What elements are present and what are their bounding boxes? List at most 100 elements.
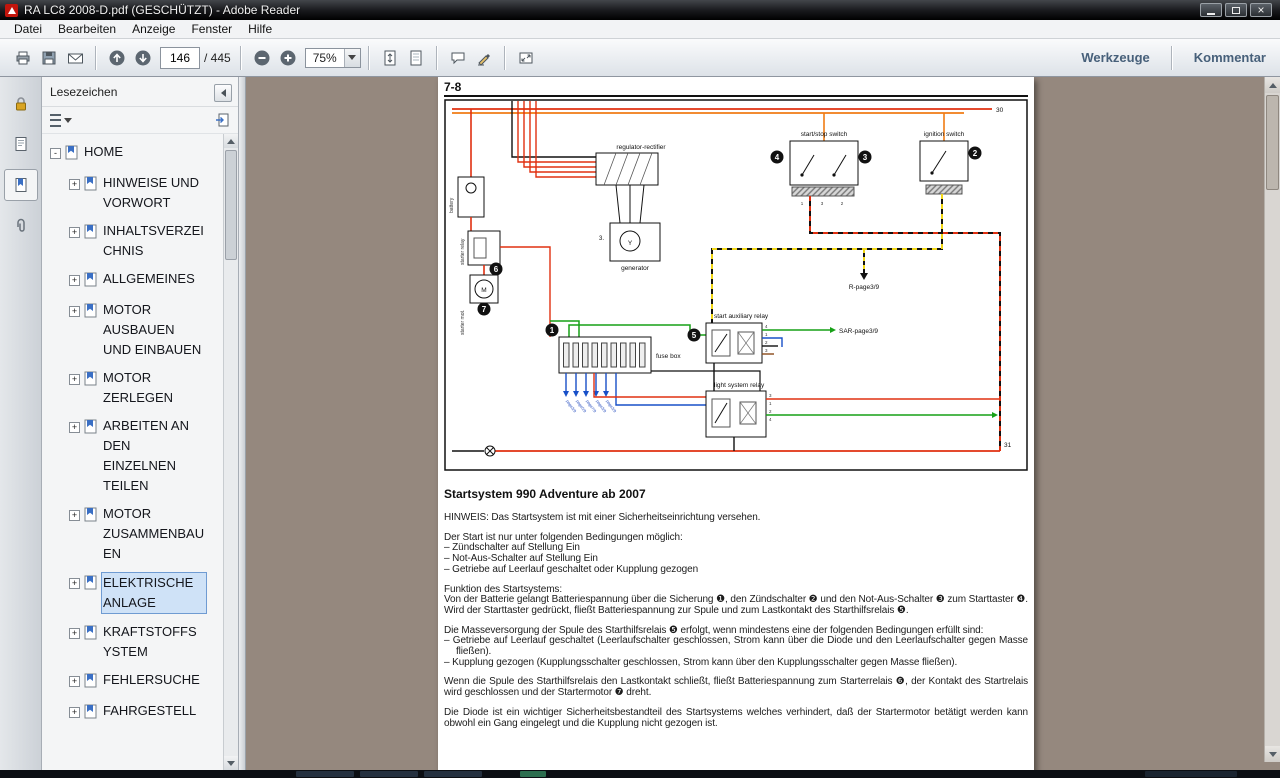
- sar-page-reference: SAR-page3/9: [839, 328, 878, 335]
- toolbar-separator: [368, 46, 370, 70]
- arrow-down-icon: [227, 761, 235, 766]
- previous-page-button[interactable]: [104, 45, 130, 71]
- expander-icon[interactable]: +: [69, 578, 80, 589]
- menu-item[interactable]: Datei: [6, 21, 50, 37]
- comment-button[interactable]: [445, 45, 471, 71]
- title-bar[interactable]: RA LC8 2008-D.pdf (GESCHÜTZT) - Adobe Re…: [0, 0, 1280, 20]
- document-area[interactable]: 7-8: [246, 77, 1264, 770]
- taskbar-button[interactable]: [520, 771, 546, 777]
- bookmark-item[interactable]: + KRAFTSTOFFSYSTEM: [42, 622, 223, 662]
- pages-panel-button[interactable]: [5, 129, 37, 159]
- bookmark-item[interactable]: + INHALTSVERZEICHNIS: [42, 221, 223, 261]
- zoom-dropdown-button[interactable]: [344, 49, 360, 67]
- start-stop-switch-label: start/stop switch: [801, 131, 848, 138]
- windows-taskbar[interactable]: [0, 770, 1280, 778]
- scroll-up-button[interactable]: [224, 134, 238, 148]
- expander-icon[interactable]: +: [69, 676, 80, 687]
- expander-icon[interactable]: -: [50, 148, 61, 159]
- paragraph: Die Diode ist ein wichtiger Sicherheitsb…: [444, 708, 1028, 729]
- scrollbar-thumb[interactable]: [1266, 95, 1279, 190]
- scrolling-mode-button[interactable]: [377, 45, 403, 71]
- bookmarks-tree: - HOME + HINWEISE UND VORWORT: [42, 134, 223, 770]
- lock-icon: [13, 96, 29, 112]
- sign-button[interactable]: [471, 45, 497, 71]
- page-number-input[interactable]: [160, 47, 200, 69]
- expander-icon[interactable]: +: [69, 306, 80, 317]
- expander-icon[interactable]: +: [69, 179, 80, 190]
- bookmark-item[interactable]: + ARBEITEN AN DEN EINZELNEN TEILEN: [42, 416, 223, 496]
- marker-7: 7: [478, 303, 491, 316]
- bookmark-item[interactable]: + MOTOR ZUSAMMENBAUEN: [42, 504, 223, 564]
- toolbar-separator: [436, 46, 438, 70]
- single-page-mode-button[interactable]: [403, 45, 429, 71]
- bookmark-icon: [84, 673, 97, 693]
- toolbar: / 445 75% Werkzeuge: [0, 39, 1280, 77]
- bookmarks-panel-button[interactable]: [4, 169, 38, 201]
- expander-icon[interactable]: +: [69, 275, 80, 286]
- marker-4: 4: [771, 151, 784, 164]
- taskbar-tray[interactable]: [1145, 771, 1237, 777]
- expander-icon[interactable]: +: [69, 707, 80, 718]
- menu-item[interactable]: Anzeige: [124, 21, 183, 37]
- menu-item[interactable]: Hilfe: [240, 21, 280, 37]
- toolbar-right-panel: Werkzeuge Kommentar: [1081, 46, 1270, 70]
- close-button[interactable]: [1250, 3, 1272, 17]
- minimize-button[interactable]: [1200, 3, 1222, 17]
- paragraph: Wenn die Spule des Starthilfsrelais den …: [444, 677, 1028, 698]
- bookmark-icon: [84, 625, 97, 645]
- svg-text:1: 1: [550, 326, 555, 335]
- maximize-button[interactable]: [1225, 3, 1247, 17]
- bookmark-item[interactable]: + MOTOR AUSBAUEN UND EINBAUEN: [42, 300, 223, 360]
- email-button[interactable]: [62, 45, 88, 71]
- zoom-in-button[interactable]: [275, 45, 301, 71]
- bookmark-options-button[interactable]: [50, 114, 72, 127]
- expander-icon[interactable]: +: [69, 374, 80, 385]
- print-button[interactable]: [10, 45, 36, 71]
- document-scrollbar[interactable]: [1264, 77, 1280, 762]
- bookmark-item[interactable]: + FAHRGESTELL: [42, 701, 223, 724]
- bookmarks-scrollbar[interactable]: [223, 134, 238, 770]
- bookmark-item[interactable]: + ALLGEMEINES: [42, 269, 223, 292]
- next-page-button[interactable]: [130, 45, 156, 71]
- zoom-level-select[interactable]: 75%: [305, 48, 361, 68]
- scrolling-page-icon: [382, 50, 398, 66]
- taskbar-button[interactable]: [424, 771, 482, 777]
- panel-splitter[interactable]: [239, 77, 246, 770]
- r-page-reference: R-page3/9: [849, 284, 880, 291]
- bookmark-item[interactable]: + FEHLERSUCHE: [42, 670, 223, 693]
- bookmark-item[interactable]: + MOTOR ZERLEGEN: [42, 368, 223, 408]
- expander-icon[interactable]: +: [69, 510, 80, 521]
- save-button[interactable]: [36, 45, 62, 71]
- bookmark-label: ARBEITEN AN DEN EINZELNEN TEILEN: [101, 416, 207, 496]
- motor-symbol: M: [481, 287, 486, 294]
- taskbar-button[interactable]: [360, 771, 418, 777]
- expander-icon[interactable]: +: [69, 628, 80, 639]
- collapse-panel-button[interactable]: [214, 84, 232, 102]
- expander-icon[interactable]: +: [69, 227, 80, 238]
- menu-item[interactable]: Bearbeiten: [50, 21, 124, 37]
- zoom-in-icon: [279, 49, 297, 67]
- bookmarks-panel-title: Lesezeichen: [50, 85, 117, 99]
- scroll-down-button[interactable]: [1265, 746, 1280, 762]
- tools-button[interactable]: Werkzeuge: [1081, 50, 1149, 65]
- bookmark-item[interactable]: + HINWEISE UND VORWORT: [42, 173, 223, 213]
- fuse-box-label: fuse box: [656, 353, 681, 360]
- expander-icon[interactable]: +: [69, 422, 80, 433]
- locate-bookmark-icon: [215, 113, 230, 127]
- toolbar-separator: [1171, 46, 1173, 70]
- scroll-down-button[interactable]: [224, 756, 238, 770]
- bookmark-item[interactable]: - HOME: [42, 142, 223, 165]
- bookmark-icon: [84, 704, 97, 724]
- locate-bookmark-button[interactable]: [215, 113, 230, 127]
- taskbar-button[interactable]: [296, 771, 354, 777]
- fullscreen-button[interactable]: [513, 45, 539, 71]
- protected-mode-lock-button[interactable]: [5, 89, 37, 119]
- scrollbar-thumb[interactable]: [225, 150, 237, 260]
- comment-panel-button[interactable]: Kommentar: [1194, 50, 1266, 65]
- scroll-up-button[interactable]: [1265, 77, 1280, 93]
- paragraph: Von der Batterie gelangt Batteriespannun…: [444, 595, 1028, 616]
- attachments-panel-button[interactable]: [5, 211, 37, 241]
- menu-item[interactable]: Fenster: [183, 21, 240, 37]
- bookmark-item[interactable]: + ELEKTRISCHE ANLAGE: [42, 572, 223, 614]
- zoom-out-button[interactable]: [249, 45, 275, 71]
